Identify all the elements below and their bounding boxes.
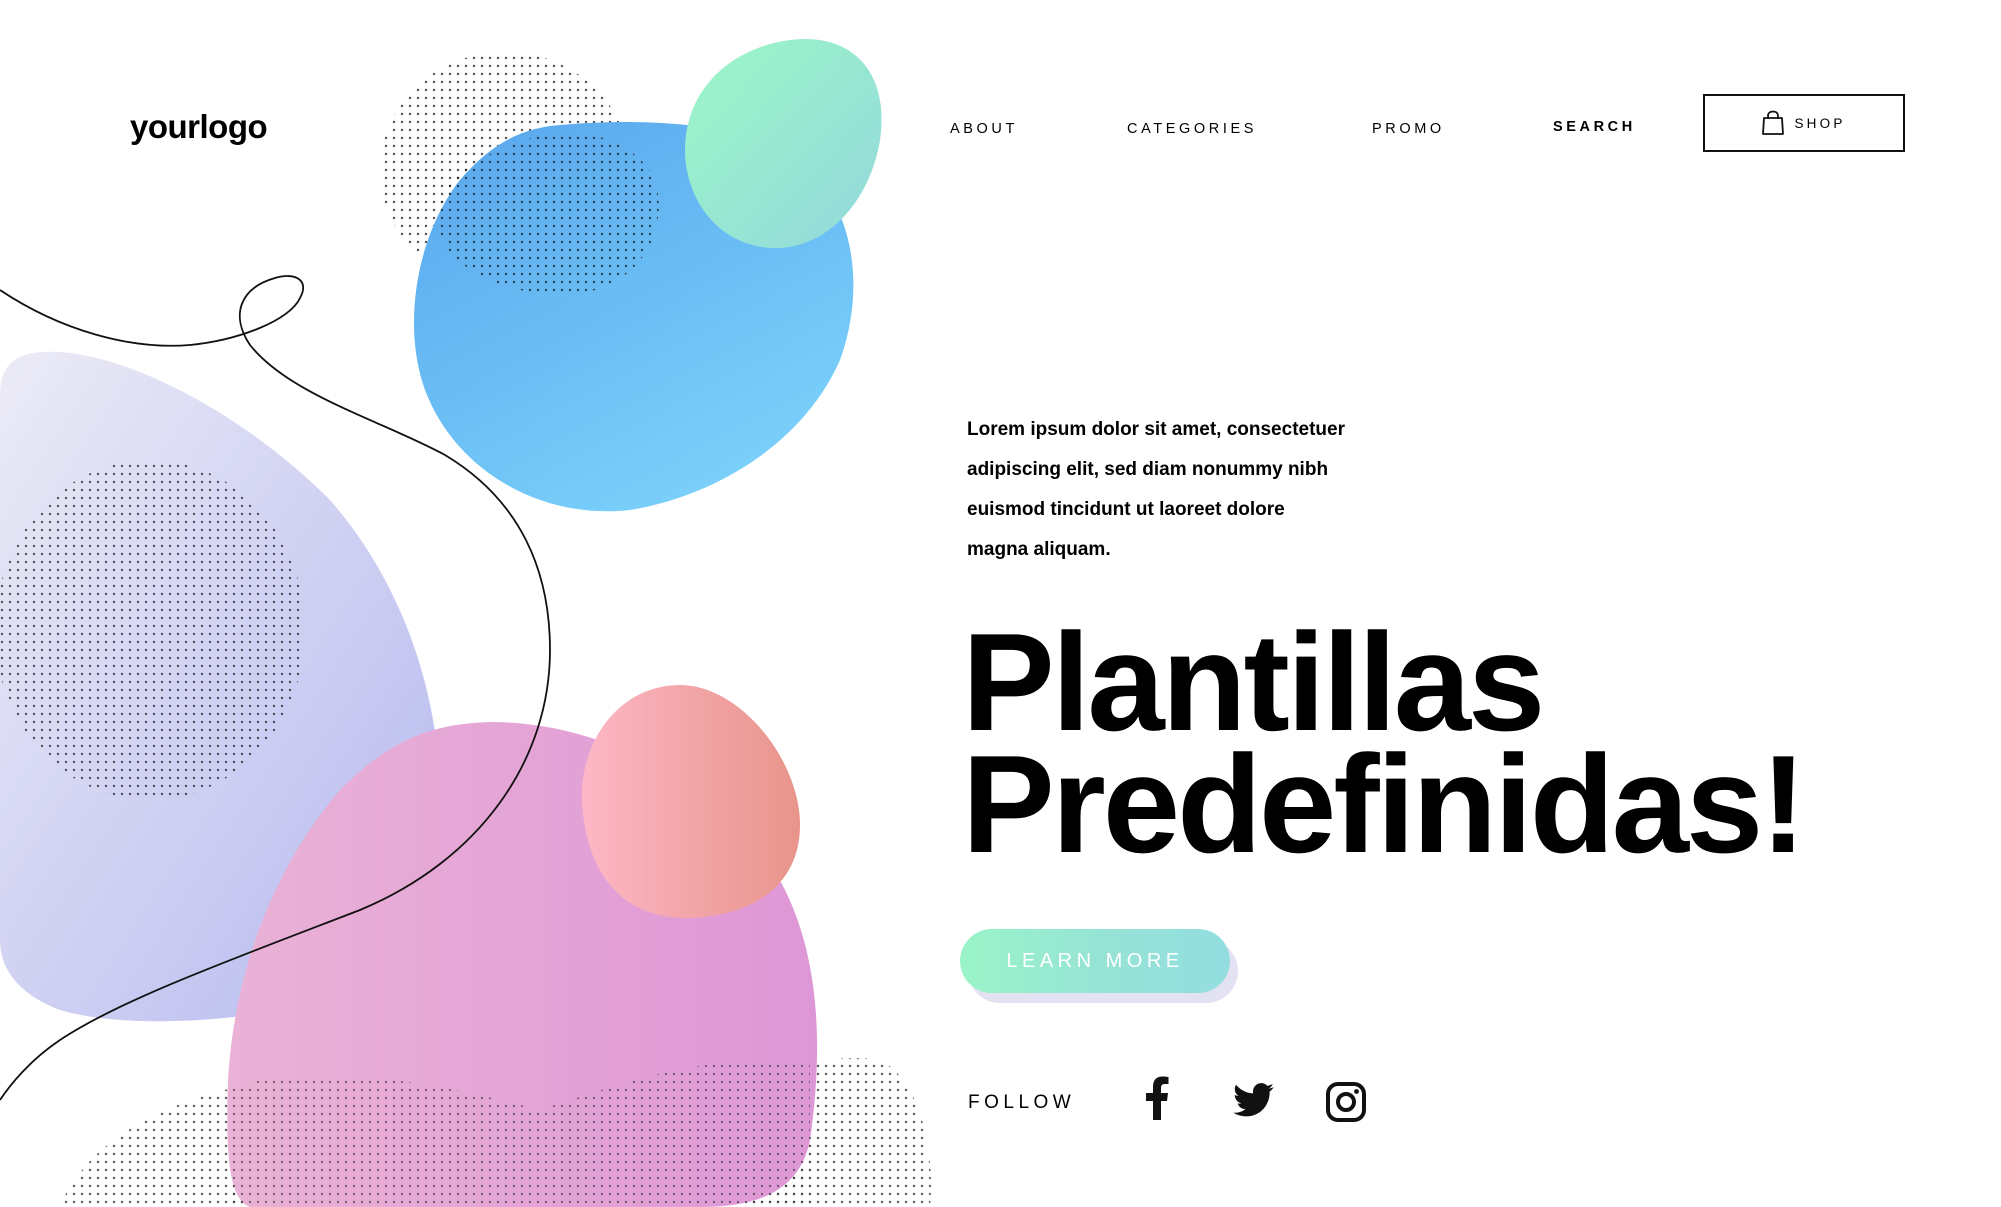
instagram-icon[interactable]: [1326, 1082, 1366, 1127]
intro-paragraph: Lorem ipsum dolor sit amet, consectetuer…: [967, 410, 1407, 570]
learn-more-button[interactable]: LEARN MORE: [960, 929, 1230, 993]
intro-line: Lorem ipsum dolor sit amet, consectetuer: [967, 419, 1345, 440]
mint-blob: [685, 38, 882, 249]
follow-label: FOLLOW: [968, 1092, 1076, 1113]
shopping-bag-icon: [1762, 110, 1785, 135]
logo[interactable]: yourlogo: [130, 108, 268, 146]
hero-headline: Plantillas Predefinidas!: [962, 605, 1807, 882]
nav-item-promo[interactable]: PROMO: [1372, 121, 1445, 137]
peach-blob: [581, 685, 800, 919]
twitter-icon[interactable]: [1233, 1083, 1275, 1122]
intro-line: magna aliquam.: [967, 539, 1111, 560]
nav-item-categories[interactable]: CATEGORIES: [1127, 121, 1257, 137]
facebook-icon[interactable]: [1144, 1076, 1170, 1125]
intro-line: adipiscing elit, sed diam nonummy nibh: [967, 459, 1329, 480]
shop-button-label: SHOP: [1794, 115, 1846, 131]
cta-container: LEARN MORE: [960, 929, 1240, 1004]
headline-line: Predefinidas!: [962, 727, 1807, 882]
nav-item-about[interactable]: ABOUT: [950, 121, 1018, 137]
dot-pattern-patch: [0, 460, 305, 800]
nav-item-search[interactable]: SEARCH: [1553, 119, 1636, 135]
headline-line: Plantillas: [962, 605, 1545, 760]
intro-line: euismod tincidunt ut laoreet dolore: [967, 499, 1285, 520]
decorative-blob-artwork: [0, 38, 931, 1207]
shop-button[interactable]: SHOP: [1703, 94, 1905, 152]
